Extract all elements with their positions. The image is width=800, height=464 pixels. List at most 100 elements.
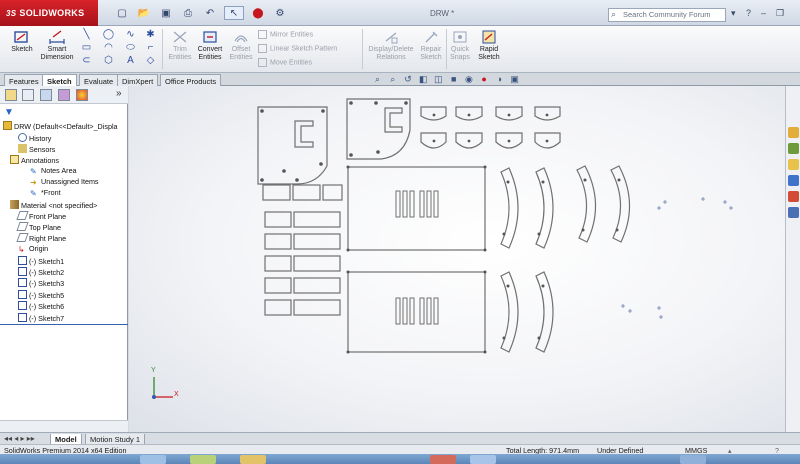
help-icon[interactable]: ? xyxy=(746,8,751,18)
large-panel-bottom[interactable] xyxy=(347,271,486,353)
sketch-cutout-1[interactable] xyxy=(294,120,314,148)
taskbar-app-icon[interactable] xyxy=(240,455,266,464)
plane-tool-icon[interactable]: ◇ xyxy=(144,55,157,66)
property-manager-tab-icon[interactable] xyxy=(22,89,34,101)
tree-item-notes-area[interactable]: ✎ Notes Area xyxy=(30,166,77,177)
taskbar-app-icon[interactable] xyxy=(190,455,216,464)
tree-item-material[interactable]: Material <not specified> xyxy=(10,200,97,211)
tree-item-front[interactable]: ✎ *Front xyxy=(30,188,61,199)
section-view-icon[interactable]: ◧ xyxy=(418,74,429,85)
point-tool-icon[interactable]: ✱ xyxy=(144,29,157,40)
smart-dimension-button[interactable]: Smart Dimension xyxy=(40,29,74,62)
arc-piece[interactable] xyxy=(455,106,483,121)
tree-item-sketch2[interactable]: (-) Sketch2 xyxy=(18,267,64,278)
tree-item-sketch1[interactable]: (-) Sketch1 xyxy=(18,256,64,267)
configuration-manager-tab-icon[interactable] xyxy=(40,89,52,101)
curved-link[interactable] xyxy=(610,165,631,243)
text-tool-icon[interactable]: A xyxy=(124,55,137,66)
tab-dimxpert[interactable]: DimXpert xyxy=(117,74,159,86)
restore-icon[interactable]: ❐ xyxy=(776,8,784,19)
custom-properties-icon[interactable] xyxy=(788,207,799,218)
view-orientation-icon[interactable]: ◫ xyxy=(433,74,444,85)
curved-link[interactable] xyxy=(576,165,597,243)
hide-show-items-icon[interactable]: ◉ xyxy=(463,74,474,85)
mirror-entities-button[interactable]: Mirror Entities xyxy=(258,30,313,39)
rebuild-icon[interactable]: ⬤ xyxy=(248,6,268,20)
curved-link[interactable] xyxy=(535,167,554,249)
tree-item-top-plane[interactable]: Top Plane xyxy=(16,222,61,233)
display-style-icon[interactable]: ■ xyxy=(448,74,459,85)
line-tool-icon[interactable]: ╲ xyxy=(80,29,93,40)
expand-tabs-icon[interactable]: » xyxy=(116,88,122,99)
arc-piece[interactable] xyxy=(495,106,523,121)
curved-link[interactable] xyxy=(535,271,554,353)
trim-entities-button[interactable]: Trim Entities xyxy=(166,29,194,62)
feature-tree-tab-icon[interactable] xyxy=(5,89,17,101)
solidworks-resources-icon[interactable] xyxy=(788,127,799,138)
taskbar-app-icon[interactable] xyxy=(470,455,496,464)
tree-item-history[interactable]: History xyxy=(18,133,51,144)
appearances-icon[interactable] xyxy=(788,191,799,202)
slot-tool-icon[interactable]: ⊂ xyxy=(80,55,93,66)
sketch-plate-1[interactable] xyxy=(257,106,328,185)
curved-link[interactable] xyxy=(500,167,519,249)
tab-office-products[interactable]: Office Products xyxy=(160,74,222,86)
rectangle-tool-icon[interactable]: ▭ xyxy=(80,42,93,53)
tree-item-annotations[interactable]: Annotations xyxy=(10,155,59,166)
new-icon[interactable]: ▢ xyxy=(112,6,132,20)
print-icon[interactable]: ⎙ xyxy=(178,6,198,20)
linear-sketch-pattern-button[interactable]: Linear Sketch Pattern xyxy=(258,44,337,53)
rapid-sketch-button[interactable]: Rapid Sketch xyxy=(476,29,502,62)
sketch-cutout-2[interactable] xyxy=(384,107,403,133)
sketch-button[interactable]: Sketch xyxy=(6,29,38,54)
circle-tool-icon[interactable]: ◯ xyxy=(102,29,115,40)
display-manager-tab-icon[interactable] xyxy=(76,89,88,101)
search-dropdown-icon[interactable]: ▾ xyxy=(731,8,736,19)
arc-tool-icon[interactable]: ◠ xyxy=(102,42,115,53)
options-icon[interactable]: ⚙ xyxy=(270,6,290,20)
tree-item-origin[interactable]: ↳ Origin xyxy=(18,244,48,255)
taskbar-app-icon[interactable] xyxy=(680,455,706,464)
filter-icon[interactable]: ▼ xyxy=(4,107,14,118)
graphics-area[interactable]: Y X xyxy=(129,86,785,432)
large-panel-top[interactable] xyxy=(347,166,486,251)
arc-piece[interactable] xyxy=(420,106,447,121)
tree-item-sensors[interactable]: Sensors xyxy=(18,144,55,155)
tree-item-sketch5[interactable]: (-) Sketch5 xyxy=(18,290,64,301)
taskbar-app-icon[interactable] xyxy=(140,455,166,464)
tree-item-sketch7[interactable]: (-) Sketch7 xyxy=(18,313,64,324)
design-library-icon[interactable] xyxy=(788,143,799,154)
move-entities-button[interactable]: Move Entities xyxy=(258,58,312,67)
rollback-bar[interactable] xyxy=(0,324,128,325)
dimxpert-manager-tab-icon[interactable] xyxy=(58,89,70,101)
minimize-icon[interactable]: – xyxy=(761,8,766,18)
arc-piece[interactable] xyxy=(534,106,561,121)
offset-entities-button[interactable]: Offset Entities xyxy=(228,29,254,62)
file-explorer-icon[interactable] xyxy=(788,159,799,170)
view-settings-icon[interactable]: ▣ xyxy=(509,74,520,85)
apply-scene-icon[interactable]: ◑ xyxy=(494,74,505,85)
tree-item-front-plane[interactable]: Front Plane xyxy=(16,211,66,222)
search-input[interactable]: ⌕ Search Community Forum xyxy=(608,8,726,22)
fillet-tool-icon[interactable]: ⌐ xyxy=(144,42,157,53)
curved-link[interactable] xyxy=(500,271,519,353)
feature-manager-scrollbar[interactable] xyxy=(0,420,128,432)
edit-appearance-icon[interactable]: ● xyxy=(479,74,490,85)
select-icon[interactable]: ↖ xyxy=(224,6,244,20)
polygon-tool-icon[interactable]: ⬡ xyxy=(102,55,115,66)
tree-root[interactable]: DRW (Default<<Default>_Displa xyxy=(3,121,118,132)
quick-snaps-button[interactable]: Quick Snaps xyxy=(448,29,472,62)
view-palette-icon[interactable] xyxy=(788,175,799,186)
zoom-to-area-icon[interactable]: ⌕ xyxy=(387,74,398,85)
sketch-canvas[interactable] xyxy=(129,86,785,432)
tab-evaluate[interactable]: Evaluate xyxy=(79,74,119,86)
undo-icon[interactable]: ↶ xyxy=(200,6,220,20)
convert-entities-button[interactable]: Convert Entities xyxy=(196,29,224,62)
spline-tool-icon[interactable]: ∿ xyxy=(124,29,137,40)
taskbar-app-icon[interactable] xyxy=(430,455,456,464)
tab-scroll-arrows-icon[interactable]: ◂◂ ◂ ▸ ▸▸ xyxy=(4,434,35,443)
tree-item-sketch3[interactable]: (-) Sketch3 xyxy=(18,278,64,289)
open-icon[interactable]: 📂 xyxy=(134,6,154,20)
tab-features[interactable]: Features xyxy=(4,74,44,86)
solidworks-logo[interactable]: 3S SOLIDWORKS xyxy=(0,0,98,26)
